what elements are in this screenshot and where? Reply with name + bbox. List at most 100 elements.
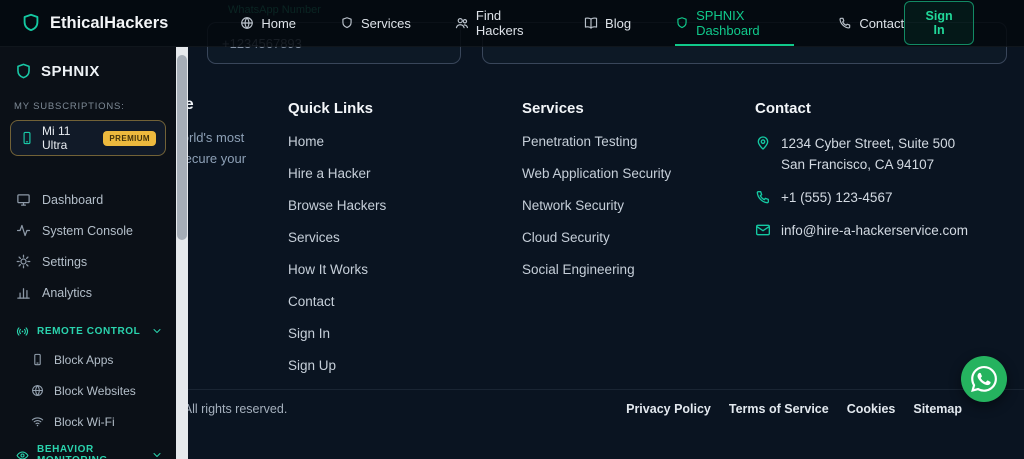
nav-item-home[interactable]: Home xyxy=(240,0,296,46)
footer-link-browse-hackers[interactable]: Browse Hackers xyxy=(288,198,386,213)
quick-links-heading: Quick Links xyxy=(288,100,374,117)
top-navbar: EthicalHackers Home Services Find Hacker… xyxy=(0,0,1024,47)
sidebar-item-label: Dashboard xyxy=(42,192,104,207)
subscription-card[interactable]: Mi 11 Ultra PREMIUM xyxy=(10,120,166,156)
section-label: REMOTE CONTROL xyxy=(37,325,141,337)
page: WhatsApp Number Hire a Hacker Service Co… xyxy=(0,0,1024,459)
sidebar-item-label: Settings xyxy=(42,254,88,269)
footer-link-services[interactable]: Services xyxy=(288,230,340,245)
footer-link-network-security[interactable]: Network Security xyxy=(522,198,624,213)
nav-item-blog[interactable]: Blog xyxy=(584,0,631,46)
eye-icon xyxy=(16,449,29,459)
shield-icon xyxy=(340,16,354,30)
services-heading: Services xyxy=(522,100,584,117)
sidebar-section-behavior-monitoring[interactable]: BEHAVIOR MONITORING xyxy=(0,442,176,459)
bar-chart-icon xyxy=(16,285,31,300)
book-icon xyxy=(584,16,598,30)
sphnix-sidebar: SPHNIX MY SUBSCRIPTIONS: Mi 11 Ultra PRE… xyxy=(0,47,176,459)
globe-icon xyxy=(240,16,254,30)
my-subscriptions-heading: MY SUBSCRIPTIONS: xyxy=(14,101,125,112)
footer-link-contact[interactable]: Contact xyxy=(288,294,335,309)
nav-item-label: SPHNIX Dashboard xyxy=(696,8,760,38)
scrollbar-thumb[interactable] xyxy=(177,55,187,240)
chevron-down-icon xyxy=(151,325,163,337)
address-line-1: 1234 Cyber Street, Suite 500 xyxy=(781,136,956,151)
contact-heading: Contact xyxy=(755,100,811,117)
gear-icon xyxy=(16,254,31,269)
nav-item-label: Home xyxy=(261,15,297,31)
nav-item-find-hackers[interactable]: Find Hackers xyxy=(455,0,540,46)
nav-item-sphnix-dashboard[interactable]: SPHNIX Dashboard xyxy=(675,0,794,46)
footer-link-sign-in[interactable]: Sign In xyxy=(288,326,330,341)
contact-email: info@hire-a-hackerservice.com xyxy=(755,220,1010,241)
footer-link-web-application-security[interactable]: Web Application Security xyxy=(522,166,671,181)
activity-icon xyxy=(16,223,31,238)
sidebar-section-remote-control[interactable]: REMOTE CONTROL xyxy=(0,318,176,344)
chevron-down-icon xyxy=(151,449,163,459)
sidebar-brand: SPHNIX xyxy=(0,47,176,81)
sidebar-item-label: Block Apps xyxy=(54,352,114,367)
location-pin-icon xyxy=(755,135,771,151)
globe-icon xyxy=(31,384,44,397)
smartphone-icon xyxy=(20,131,34,145)
subscription-device-name: Mi 11 Ultra xyxy=(42,124,71,152)
contact-address: 1234 Cyber Street, Suite 500 San Francis… xyxy=(755,133,1010,175)
phone-icon xyxy=(755,189,771,205)
legal-links: Privacy Policy Terms of Service Cookies … xyxy=(626,402,962,416)
sidebar-item-analytics[interactable]: Analytics xyxy=(0,277,176,308)
sidebar-item-settings[interactable]: Settings xyxy=(0,246,176,277)
sidebar-item-label: Analytics xyxy=(42,285,93,300)
sidebar-item-block-apps[interactable]: Block Apps xyxy=(0,344,176,375)
terms-of-service-link[interactable]: Terms of Service xyxy=(729,402,829,416)
shield-icon xyxy=(675,16,689,30)
footer-link-social-engineering[interactable]: Social Engineering xyxy=(522,262,635,277)
list-item: Penetration Testing xyxy=(522,133,671,151)
list-item: Sign In xyxy=(288,325,386,343)
broadcast-icon xyxy=(16,325,29,338)
list-item: How It Works xyxy=(288,261,386,279)
nav-item-services[interactable]: Services xyxy=(340,0,411,46)
sign-in-button[interactable]: Sign In xyxy=(904,1,974,45)
footer-services-column: Services Penetration Testing Web Applica… xyxy=(522,100,671,293)
sidebar-item-system-console[interactable]: System Console xyxy=(0,215,176,246)
footer-link-how-it-works[interactable]: How It Works xyxy=(288,262,368,277)
nav-item-label: Find Hackers xyxy=(475,8,524,38)
sidebar-item-label: Block Wi-Fi xyxy=(54,414,115,429)
address-line-2: San Francisco, CA 94107 xyxy=(781,157,935,172)
brand-logo[interactable]: EthicalHackers xyxy=(20,12,168,34)
sidebar-item-block-websites[interactable]: Block Websites xyxy=(0,375,176,406)
list-item: Network Security xyxy=(522,197,671,215)
list-item: Cloud Security xyxy=(522,229,671,247)
sidebar-item-dashboard[interactable]: Dashboard xyxy=(0,184,176,215)
nav-item-contact[interactable]: Contact xyxy=(838,0,904,46)
list-item: Hire a Hacker xyxy=(288,165,386,183)
sitemap-link[interactable]: Sitemap xyxy=(913,402,962,416)
whatsapp-fab-button[interactable] xyxy=(961,356,1007,402)
users-icon xyxy=(455,16,469,30)
phone-number: +1 (555) 123-4567 xyxy=(781,190,893,205)
shield-icon xyxy=(14,62,33,81)
sidebar-brand-name: SPHNIX xyxy=(41,63,100,80)
sidebar-item-block-wifi[interactable]: Block Wi-Fi xyxy=(0,406,176,437)
section-label: BEHAVIOR MONITORING xyxy=(37,444,107,459)
nav-item-label: Contact xyxy=(859,15,905,31)
email-address[interactable]: info@hire-a-hackerservice.com xyxy=(781,220,968,241)
list-item: Web Application Security xyxy=(522,165,671,183)
privacy-policy-link[interactable]: Privacy Policy xyxy=(626,402,711,416)
footer-link-cloud-security[interactable]: Cloud Security xyxy=(522,230,610,245)
nav-item-label: Services xyxy=(361,15,411,31)
wifi-icon xyxy=(31,415,44,428)
phone-icon xyxy=(838,16,852,30)
footer-link-sign-up[interactable]: Sign Up xyxy=(288,358,336,373)
sidebar-scrollbar[interactable] xyxy=(176,47,188,459)
brand-name: EthicalHackers xyxy=(50,13,169,32)
premium-badge: PREMIUM xyxy=(103,130,156,146)
footer-link-hire-a-hacker[interactable]: Hire a Hacker xyxy=(288,166,371,181)
footer-link-penetration-testing[interactable]: Penetration Testing xyxy=(522,134,637,149)
smartphone-icon xyxy=(31,353,44,366)
sidebar-menu: Dashboard System Console Settings Analyt… xyxy=(0,184,176,308)
list-item: Browse Hackers xyxy=(288,197,386,215)
envelope-icon xyxy=(755,222,771,238)
cookies-link[interactable]: Cookies xyxy=(847,402,896,416)
footer-link-home[interactable]: Home xyxy=(288,134,324,149)
